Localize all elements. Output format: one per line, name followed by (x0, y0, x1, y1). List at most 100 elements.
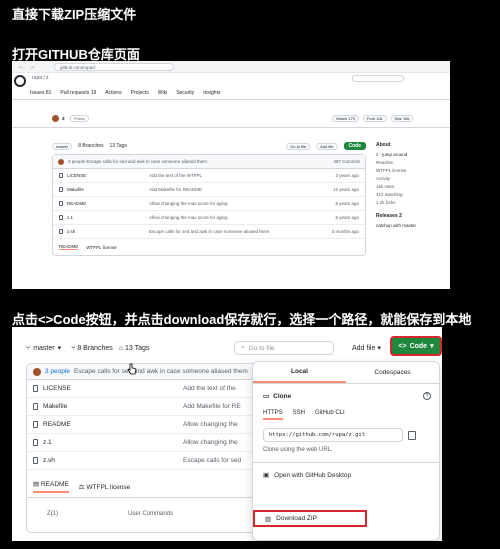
tags-label: 13 Tags (124, 344, 150, 352)
fork-button[interactable]: Fork 12k (362, 115, 387, 122)
watch-button[interactable]: Watch 179 (332, 115, 359, 122)
hand-cursor-icon (127, 363, 137, 375)
about-item[interactable]: WTFPL license (376, 168, 446, 173)
file-time: 6 years ago (335, 201, 359, 206)
table-row[interactable]: z.sh Escape calls for sed and awk in cas… (53, 225, 365, 239)
file-name[interactable]: Makefile (43, 403, 67, 410)
tags-link[interactable]: 13 Tags (110, 143, 127, 149)
about-item[interactable]: 1.2k forks (376, 200, 446, 205)
commit-people[interactable]: 3 people (45, 368, 70, 375)
file-name[interactable]: README (43, 421, 71, 428)
table-row[interactable]: LICENSE Add the text of the (27, 380, 259, 398)
file-commit-msg[interactable]: Allow changing the max score for aging (149, 201, 319, 206)
table-row[interactable]: z.1 Allow changing the max score for agi… (53, 211, 365, 225)
man-page-header: Z(1) User Commands (27, 506, 259, 522)
file-table: 3 people Escape calls for sed and awk in… (52, 154, 366, 256)
table-row[interactable]: LICENSE Add the text of the WTFPL 3 year… (53, 169, 365, 183)
tab-github-cli[interactable]: GitHub CLI (315, 410, 345, 420)
file-commit-msg[interactable]: Add Makefile for README (149, 187, 319, 192)
branch-select[interactable]: master (52, 142, 73, 150)
branch-select[interactable]: ⑂ master ▾ (26, 344, 61, 353)
table-row[interactable]: README Allow changing the max score for … (53, 197, 365, 211)
file-name[interactable]: z.1 (43, 439, 52, 446)
tab-https[interactable]: HTTPS (263, 410, 283, 420)
tab-readme[interactable]: ▤ README (33, 480, 69, 493)
tab-security[interactable]: Security (176, 90, 194, 96)
file-time: 12 years ago (332, 187, 359, 192)
file-commit-msg[interactable]: Allow changing the (183, 439, 238, 446)
tab-ssh[interactable]: SSH (293, 410, 305, 420)
header-search-input[interactable] (352, 75, 404, 82)
file-name[interactable]: z.sh (43, 457, 55, 464)
branches-link[interactable]: ⑂ 8 Branches (71, 345, 113, 352)
back-icon[interactable]: ← (18, 64, 24, 70)
help-icon[interactable]: ? (423, 392, 431, 400)
branches-link[interactable]: 8 Branches (78, 143, 103, 149)
about-item[interactable]: Readme (376, 160, 446, 165)
tags-link[interactable]: ⌂ 13 Tags (119, 345, 150, 352)
download-zip-item[interactable]: ▥ Download ZIP (253, 510, 367, 527)
avatar[interactable] (58, 158, 64, 165)
go-to-file-input[interactable]: Go to file (286, 142, 311, 150)
add-file-button[interactable]: Add file (316, 142, 338, 150)
file-icon (33, 421, 38, 428)
avatar[interactable] (33, 367, 41, 376)
file-commit-msg[interactable]: Escape calls for sed and awk in case som… (149, 229, 319, 234)
file-commit-msg[interactable]: Escape calls for sed (183, 457, 241, 464)
table-row[interactable]: Makefile Add Makefile for README 12 year… (53, 183, 365, 197)
table-row[interactable]: z.sh Escape calls for sed (27, 452, 259, 470)
file-commit-msg[interactable]: Add the text of the (183, 385, 236, 392)
tab-readme[interactable]: README (59, 244, 79, 250)
star-button[interactable]: Star 16k (390, 115, 414, 122)
url-field[interactable]: github.com/rupa/z (54, 62, 174, 71)
step1-heading: 直接下载ZIP压缩文件 (12, 7, 137, 22)
tab-issues[interactable]: Issues 81 (30, 90, 51, 96)
man-page-left: Z(1) (47, 511, 58, 517)
about-item[interactable]: Activity (376, 176, 446, 181)
release-item[interactable]: catchup with master (376, 223, 446, 228)
file-commit-msg[interactable]: Add Makefile for RE (183, 403, 241, 410)
repo-name[interactable]: z (62, 116, 65, 122)
file-name[interactable]: z.sh (67, 229, 75, 234)
about-item[interactable]: 16k stars (376, 184, 446, 189)
code-button[interactable]: Code (343, 142, 366, 150)
file-name[interactable]: LICENSE (43, 385, 71, 392)
copy-icon[interactable] (408, 431, 416, 440)
tab-license[interactable]: WTFPL license (86, 245, 116, 250)
table-row[interactable]: z.1 Allow changing the (27, 434, 259, 452)
open-desktop-item[interactable]: ▣ Open with GitHub Desktop (253, 463, 439, 480)
repo-path[interactable]: rupa / z (32, 75, 49, 81)
tab-insights[interactable]: Insights (203, 90, 220, 96)
open-desktop-label: Open with GitHub Desktop (274, 471, 352, 479)
tab-local[interactable]: Local (253, 362, 346, 383)
file-commit-msg[interactable]: Allow changing the (183, 421, 238, 428)
tab-license[interactable]: ⚖ WTFPL license (79, 483, 130, 491)
tab-projects[interactable]: Projects (131, 90, 149, 96)
tab-codespaces[interactable]: Codespaces (346, 362, 439, 383)
github-logo-icon[interactable] (14, 75, 26, 87)
file-commit-msg[interactable]: Allow changing the max score for aging (149, 215, 319, 220)
about-title: About (376, 142, 391, 148)
clone-url-field[interactable]: https://github.com/rupa/z.git (263, 428, 416, 442)
tab-actions[interactable]: Actions (105, 90, 121, 96)
avatar[interactable] (52, 115, 59, 122)
tab-wiki[interactable]: Wiki (158, 90, 167, 96)
code-button[interactable]: <> Code ▾ (390, 336, 442, 356)
commit-message[interactable]: Escape calls for sed and awk in case som… (74, 368, 248, 375)
about-item[interactable]: 312 watching (376, 192, 446, 197)
file-name[interactable]: Makefile (67, 187, 84, 192)
tab-pull-requests[interactable]: Pull requests 19 (60, 90, 96, 96)
file-commit-msg[interactable]: Add the text of the WTFPL (149, 173, 319, 178)
table-row[interactable]: Makefile Add Makefile for RE (27, 398, 259, 416)
table-row[interactable]: README Allow changing the (27, 416, 259, 434)
file-name[interactable]: LICENSE (67, 173, 86, 178)
clone-url-value: https://github.com/rupa/z.git (269, 432, 366, 438)
releases-title[interactable]: Releases 2 (376, 213, 446, 219)
commit-count[interactable]: 287 Commits (333, 159, 360, 164)
add-file-button[interactable]: Add file ▾ (352, 344, 381, 353)
forward-icon[interactable]: → (29, 64, 35, 70)
go-to-file-input[interactable]: ⌕ Go to file (234, 341, 334, 355)
file-name[interactable]: z.1 (67, 215, 73, 220)
commit-message[interactable]: 3 people Escape calls for sed and awk in… (68, 159, 329, 164)
file-name[interactable]: README (67, 201, 86, 206)
